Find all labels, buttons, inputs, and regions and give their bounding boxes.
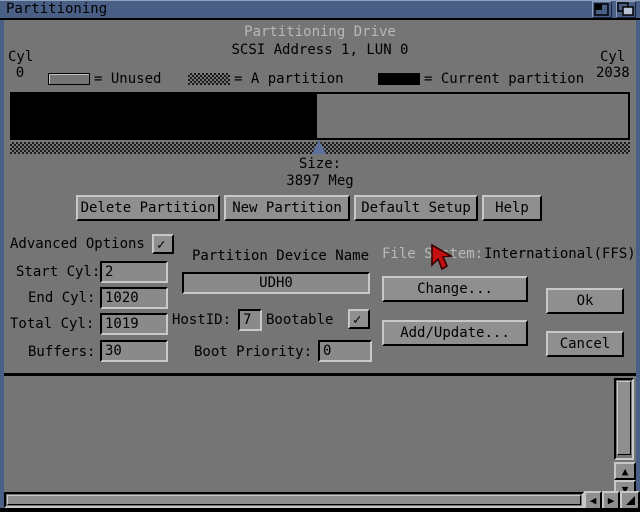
front-back-gadget[interactable]	[616, 1, 636, 18]
file-system-label: File System:	[382, 246, 484, 262]
amiga-window: Partitioning Partitioning Drive SCSI Add…	[0, 0, 640, 512]
scroll-up-button[interactable]: ▲	[614, 462, 636, 480]
buffers-label: Buffers:	[28, 344, 96, 360]
bootable-checkbox[interactable]: ✓	[348, 309, 370, 329]
boot-priority-label: Boot Priority:	[194, 344, 313, 360]
advanced-options-checkbox[interactable]: ✓	[152, 234, 174, 254]
resize-icon	[625, 496, 635, 505]
partition-map[interactable]	[10, 92, 630, 140]
lower-content-area	[4, 376, 636, 484]
ok-button[interactable]: Ok	[546, 288, 624, 314]
panel-title: Partitioning Drive	[244, 24, 396, 40]
size-value: 3897 Meg	[286, 173, 354, 189]
hostid-label: HostID:	[172, 312, 232, 328]
checkmark-icon: ✓	[353, 312, 362, 328]
cyl-left-label: Cyl	[8, 49, 34, 65]
legend-a-partition: = A partition	[188, 70, 344, 88]
triangle-left-icon: ◀	[589, 494, 597, 507]
cyl-right-label: Cyl	[600, 49, 626, 65]
buffers-input[interactable]: 30	[100, 340, 168, 362]
legend-unused: = Unused	[48, 70, 161, 88]
partition-slider-knob[interactable]	[312, 140, 326, 154]
front-back-icon	[617, 2, 634, 16]
a-partition-swatch-icon	[188, 73, 230, 85]
total-cyl-input[interactable]: 1019	[100, 313, 168, 335]
current-partition-region[interactable]	[12, 94, 317, 138]
triangle-right-icon: ▶	[607, 494, 615, 507]
partition-device-name-input[interactable]: UDH0	[182, 272, 370, 294]
vertical-scrollbar-knob[interactable]	[617, 381, 631, 455]
boot-priority-input[interactable]: 0	[318, 340, 372, 362]
new-partition-button[interactable]: New Partition	[224, 195, 350, 221]
current-partition-swatch-icon	[378, 73, 420, 85]
change-filesystem-button[interactable]: Change...	[382, 276, 528, 302]
add-update-button[interactable]: Add/Update...	[382, 320, 528, 346]
window-bottom-edge	[0, 508, 640, 512]
legend-current-label: = Current partition	[424, 71, 585, 87]
file-system-value: International(FFS)	[484, 246, 636, 262]
depth-gadget[interactable]	[592, 1, 612, 18]
size-label: Size:	[298, 156, 342, 172]
window-titlebar[interactable]: Partitioning	[0, 0, 640, 20]
panel-subtitle: SCSI Address 1, LUN 0	[231, 42, 409, 58]
bootable-label: Bootable	[266, 312, 334, 328]
total-cyl-label: Total Cyl:	[10, 316, 95, 332]
partition-device-name-label: Partition Device Name	[192, 248, 370, 264]
default-setup-button[interactable]: Default Setup	[354, 195, 478, 221]
window-title: Partitioning	[6, 1, 108, 17]
legend-current-partition: = Current partition	[378, 70, 584, 88]
cancel-button[interactable]: Cancel	[546, 331, 624, 357]
delete-partition-button[interactable]: Delete Partition	[76, 195, 220, 221]
end-cyl-label: End Cyl:	[28, 290, 96, 306]
depth-icon	[594, 3, 609, 16]
legend-a-partition-label: = A partition	[234, 71, 344, 87]
end-cyl-input[interactable]: 1020	[100, 287, 168, 309]
hostid-input[interactable]: 7	[238, 309, 262, 331]
legend-unused-label: = Unused	[94, 71, 162, 87]
unused-swatch-icon	[48, 73, 90, 85]
advanced-options-label: Advanced Options	[10, 236, 145, 252]
checkmark-icon: ✓	[157, 237, 166, 253]
partition-legend: = Unused = A partition = Current partiti…	[0, 70, 640, 90]
start-cyl-input[interactable]: 2	[100, 261, 168, 283]
triangle-up-icon: ▲	[621, 464, 629, 478]
start-cyl-label: Start Cyl:	[16, 264, 101, 280]
help-button[interactable]: Help	[482, 195, 542, 221]
horizontal-scrollbar-knob[interactable]	[7, 495, 581, 505]
